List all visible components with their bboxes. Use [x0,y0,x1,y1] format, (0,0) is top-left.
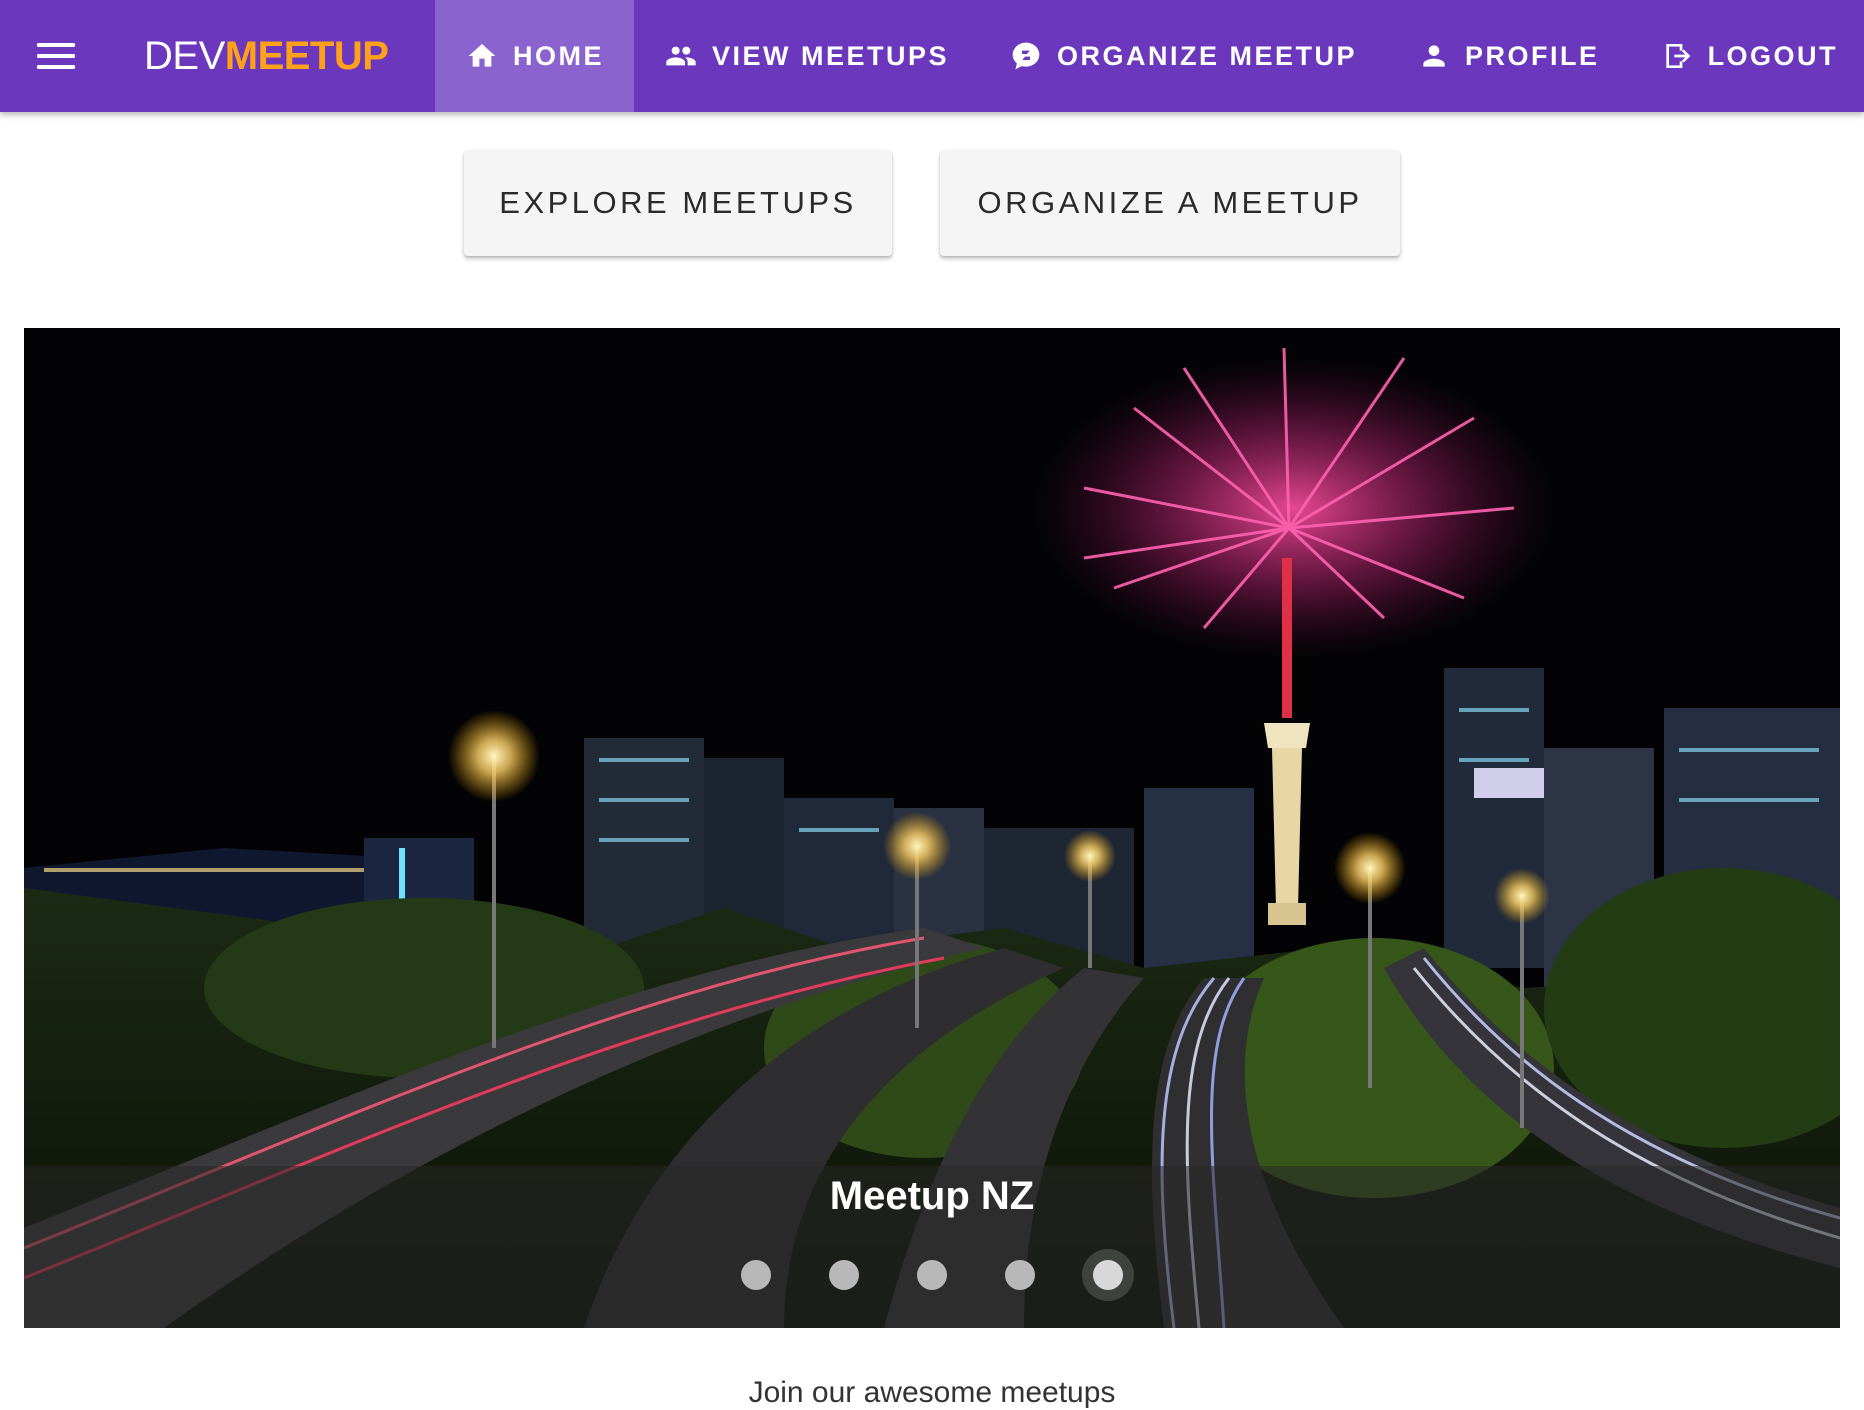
nav-logout-label: LOGOUT [1707,40,1839,71]
nav-profile[interactable]: PROFILE [1387,0,1630,112]
carousel-dot-3[interactable] [917,1260,947,1290]
nav-home[interactable]: HOME [435,0,634,112]
logout-icon [1660,39,1694,73]
main-nav: HOME VIEW MEETUPS ORGANIZE MEETUP PROFIL… [435,0,1864,112]
people-icon [664,39,698,73]
chat-bubble-icon [1009,39,1043,73]
explore-meetups-button[interactable]: EXPLORE MEETUPS [464,150,892,256]
carousel-dot-4[interactable] [1005,1260,1035,1290]
person-icon [1417,39,1451,73]
nav-view-meetups[interactable]: VIEW MEETUPS [634,0,979,112]
nav-view-meetups-label: VIEW MEETUPS [712,40,950,71]
nav-home-label: HOME [513,40,604,71]
nav-organize-meetup-label: ORGANIZE MEETUP [1057,40,1358,71]
brand-meetup: MEETUP [224,34,389,78]
tagline-text: Join our awesome meetups [748,1376,1116,1409]
meetup-carousel[interactable]: Meetup NZ [24,328,1840,1328]
carousel-dot-5[interactable] [1093,1260,1123,1290]
carousel-dot-2[interactable] [829,1260,859,1290]
nav-profile-label: PROFILE [1465,40,1600,71]
brand-logo[interactable]: DEVMEETUP [144,30,389,82]
carousel-dot-1[interactable] [741,1260,771,1290]
organize-meetup-button[interactable]: ORGANIZE A MEETUP [940,150,1400,256]
brand-dev: DEV [144,34,225,78]
carousel-indicators [24,1260,1840,1290]
home-icon [465,39,499,73]
hero-actions: EXPLORE MEETUPS ORGANIZE A MEETUP [0,150,1864,256]
app-toolbar: DEVMEETUP HOME VIEW MEETUPS ORGANIZE MEE… [0,0,1864,112]
carousel-caption: Meetup NZ [829,1174,1035,1218]
nav-organize-meetup[interactable]: ORGANIZE MEETUP [979,0,1387,112]
hamburger-menu-icon[interactable] [30,33,82,79]
nav-logout[interactable]: LOGOUT [1630,0,1864,112]
